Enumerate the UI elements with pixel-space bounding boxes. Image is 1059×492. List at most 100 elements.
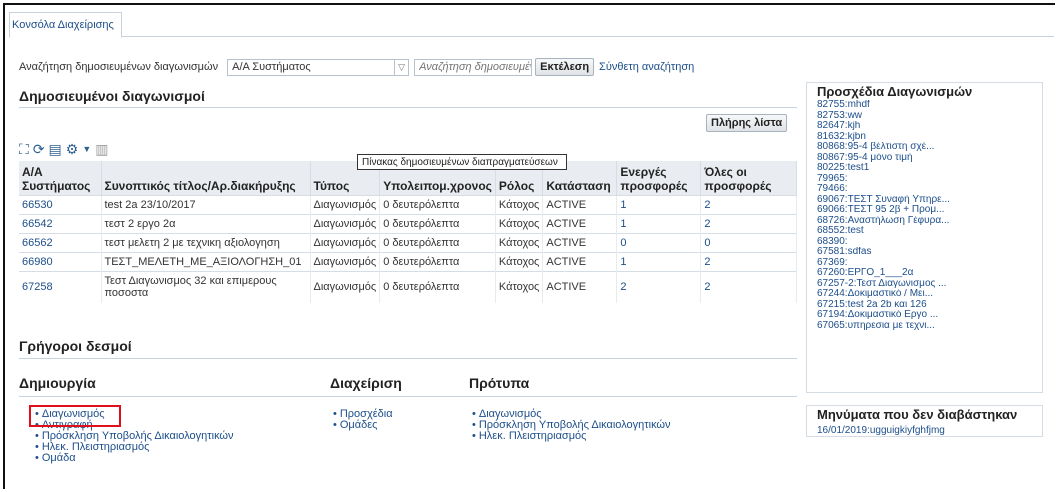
messages-title: Μηνύματα που δεν διαβάστηκαν (817, 407, 1018, 422)
columns-icon[interactable]: ▥ (95, 141, 108, 158)
draft-link[interactable]: 68726:Αναστήλωση Γέφυρα... (817, 216, 1037, 227)
draft-link[interactable]: 67244:Δοκιμαστικό / Μει... (817, 289, 1037, 300)
template-links: Διαγωνισμός Πρόσκληση Υποβολής Δικαιολογ… (472, 409, 671, 442)
active-offers-link[interactable]: 0 (616, 232, 702, 252)
tender-type: Διαγωνισμός (310, 270, 381, 303)
draft-link[interactable]: 69066:ΤΕΣΤ 95 2β + Προμ... (817, 205, 1037, 216)
draft-link[interactable]: 82755:mhdf (817, 100, 1037, 111)
tender-remaining: 0 δευτερόλεπτα (379, 232, 496, 252)
all-offers-link[interactable]: 2 (700, 194, 797, 214)
published-title: Δημοσιευμένοι διαγωνισμοί (19, 88, 205, 104)
published-table: Α/Α Συστήματος Συνοπτικός τίτλος/Αρ.διακ… (19, 161, 797, 303)
template-auction-link[interactable]: Ηλεκ. Πλειστηριασμός (472, 431, 671, 442)
tab-admin-console[interactable]: Κονσόλα Διαχείρισης (9, 12, 122, 38)
tender-remaining: 0 δευτερόλεπτα (379, 213, 496, 233)
column-header[interactable]: Α/Α Συστήματος (19, 161, 102, 195)
tender-status: ACTIVE (542, 251, 618, 271)
refresh-icon[interactable]: ⟳ (33, 141, 45, 158)
chevron-down-icon[interactable]: ▽ (394, 59, 408, 75)
full-list-button[interactable]: Πλήρης λίστα (706, 114, 788, 132)
draft-link[interactable]: 67065:υπηρεσια με τεχνι... (817, 321, 1037, 332)
tender-type: Διαγωνισμός (310, 251, 381, 271)
tender-role: Κάτοχος (495, 232, 544, 252)
manage-links: Προσχέδια Ομάδες (333, 409, 393, 431)
chevron-down-icon[interactable]: ▼ (82, 144, 91, 154)
draft-link[interactable]: 67369: (817, 258, 1037, 269)
freeze-icon[interactable]: ▤ (49, 141, 62, 158)
tender-id-link[interactable]: 67258 (19, 270, 102, 303)
create-group-link[interactable]: Ομάδα (35, 453, 234, 464)
tender-title: τεστ μελετη 2 με τεχνικη αξιολογηση (101, 232, 311, 252)
draft-link[interactable]: 82647:kjh (817, 121, 1037, 132)
tender-title: Τεστ Διαγωνισμος 32 και επιμερους ποσοστ… (101, 270, 311, 303)
tender-role: Κάτοχος (495, 251, 544, 271)
all-offers-link[interactable]: 2 (700, 270, 797, 303)
draft-link[interactable]: 82753:ww (817, 111, 1037, 122)
search-select-value: Α/Α Συστήματος (232, 61, 311, 73)
drafts-panel: Προσχέδια Διαγωνισμών 82755:mhdf 82753:w… (806, 82, 1043, 393)
drafts-title: Προσχέδια Διαγωνισμών (817, 84, 973, 99)
draft-link[interactable]: 80225:test1 (817, 163, 1037, 174)
tender-id-link[interactable]: 66562 (19, 232, 102, 252)
draft-link[interactable]: 67257-2:Τεστ Διαγωνισμος ... (817, 279, 1037, 290)
all-offers-link[interactable]: 2 (700, 213, 797, 233)
all-offers-link[interactable]: 2 (700, 251, 797, 271)
tender-id-link[interactable]: 66542 (19, 213, 102, 233)
gear-icon[interactable]: ⚙ (66, 141, 79, 158)
draft-link[interactable]: 67194:Δοκιμαστικό Εργο ... (817, 310, 1037, 321)
draft-link[interactable]: 68552:test (817, 226, 1037, 237)
column-header[interactable]: Ενεργές προσφορές (616, 161, 702, 195)
draft-link[interactable]: 79965: (817, 174, 1037, 185)
draft-link[interactable]: 67260:ΕΡΓΟ_1___2α (817, 268, 1037, 279)
table-row: 67258 Τεστ Διαγωνισμος 32 και επιμερους … (19, 270, 797, 303)
tender-title: test 2a 23/10/2017 (101, 194, 311, 214)
tender-status: ACTIVE (542, 194, 618, 214)
divider (19, 107, 797, 108)
search-label: Αναζήτηση δημοσιευμένων διαγωνισμών (19, 61, 219, 73)
draft-link[interactable]: 81632:kjbn (817, 132, 1037, 143)
search-field-select[interactable]: Α/Α Συστήματος ▽ (227, 58, 410, 76)
draft-link[interactable]: 69067:ΤΕΣΤ Συναφή Υπηρε... (817, 195, 1037, 206)
templates-title: Πρότυπα (469, 375, 530, 391)
divider (19, 358, 797, 359)
draft-link[interactable]: 79466: (817, 184, 1037, 195)
tender-role: Κάτοχος (495, 270, 544, 303)
column-header[interactable]: Συνοπτικός τίτλος/Αρ.διακήρυξης (101, 161, 311, 195)
search-input[interactable] (414, 58, 533, 76)
tender-remaining: 0 δευτερόλεπτα (379, 270, 496, 303)
table-row: 66562 τεστ μελετη 2 με τεχνικη αξιολογησ… (19, 232, 797, 252)
all-offers-link[interactable]: 0 (700, 232, 797, 252)
tender-id-link[interactable]: 66980 (19, 251, 102, 271)
draft-link[interactable]: 68390: (817, 237, 1037, 248)
unread-messages-panel: Μηνύματα που δεν διαβάστηκαν 16/01/2019:… (806, 405, 1043, 437)
advanced-search-link[interactable]: Σύνθετη αναζήτηση (599, 61, 694, 73)
table-tooltip: Πίνακας δημοσιευμένων διαπραγματεύσεων (357, 154, 567, 170)
table-row: 66980 ΤΕΣΤ_ΜΕΛΕΤΗ_ΜΕ_ΑΞΙΟΛΟΓΗΣΗ_01 Διαγω… (19, 251, 797, 271)
active-offers-link[interactable]: 1 (616, 251, 702, 271)
draft-link[interactable]: 80867:95-4 μόνο τιμή (817, 153, 1037, 164)
tender-role: Κάτοχος (495, 213, 544, 233)
message-link[interactable]: 16/01/2019:ugguigkiyfghfjmg (817, 425, 945, 436)
tender-id-link[interactable]: 66530 (19, 194, 102, 214)
tender-type: Διαγωνισμός (310, 232, 381, 252)
tender-status: ACTIVE (542, 270, 618, 303)
active-offers-link[interactable]: 1 (616, 213, 702, 233)
groups-link[interactable]: Ομάδες (333, 420, 393, 431)
draft-link[interactable]: 67581:sdfas (817, 247, 1037, 258)
active-offers-link[interactable]: 1 (616, 194, 702, 214)
active-offers-link[interactable]: 2 (616, 270, 702, 303)
draft-link[interactable]: 67215:test 2a 2b και 126 (817, 300, 1037, 311)
tender-role: Κάτοχος (495, 194, 544, 214)
tender-type: Διαγωνισμός (310, 194, 381, 214)
tender-status: ACTIVE (542, 232, 618, 252)
tender-remaining: 0 δευτερόλεπτα (379, 251, 496, 271)
divider (19, 396, 797, 397)
draft-link[interactable]: 80868:95-4 βέλτιστη σχέ... (817, 142, 1037, 153)
detach-icon[interactable]: ⛶ (19, 141, 29, 158)
manage-title: Διαχείριση (330, 375, 402, 391)
tender-title: τεστ 2 εργο 2α (101, 213, 311, 233)
tender-title: ΤΕΣΤ_ΜΕΛΕΤΗ_ΜΕ_ΑΞΙΟΛΟΓΗΣΗ_01 (101, 251, 311, 271)
column-header[interactable]: Όλες οι προσφορές (700, 161, 797, 195)
tender-type: Διαγωνισμός (310, 213, 381, 233)
run-button[interactable]: Εκτέλεση (535, 58, 595, 76)
